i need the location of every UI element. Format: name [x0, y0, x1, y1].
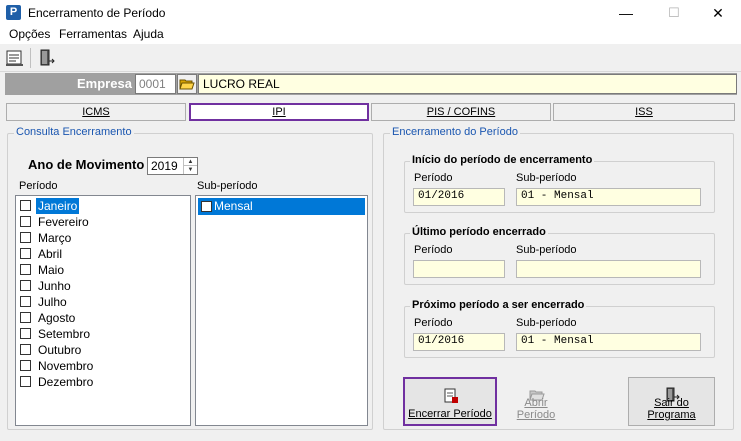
checkbox[interactable]: [20, 248, 31, 259]
tab-icms[interactable]: ICMS: [6, 103, 186, 121]
ano-label: Ano de Movimento: [28, 157, 145, 172]
inicio-subperiodo-label: Sub-período: [516, 172, 577, 184]
close-button[interactable]: ✕: [695, 0, 741, 26]
tab-ipi[interactable]: IPI: [189, 103, 369, 121]
subperiodo-item-label: Mensal: [214, 199, 253, 213]
checkbox[interactable]: [20, 328, 31, 339]
ultimo-subperiodo-field[interactable]: [516, 260, 701, 278]
inicio-periodo-label: Período: [414, 172, 453, 184]
app-icon: P: [6, 5, 21, 20]
checkbox[interactable]: [20, 344, 31, 355]
tab-pis-cofins[interactable]: PIS / COFINS: [371, 103, 551, 121]
empresa-bar: Empresa 0001 LUCRO REAL: [5, 73, 737, 95]
toolbar-separator: [30, 48, 31, 68]
inicio-subperiodo-field[interactable]: 01 - Mensal: [516, 188, 701, 206]
menu-ajuda[interactable]: Ajuda: [133, 27, 164, 41]
exit-door-icon[interactable]: [35, 47, 59, 69]
ultimo-title: Último período encerrado: [410, 226, 548, 238]
tab-iss[interactable]: ISS: [553, 103, 735, 121]
report-icon[interactable]: [3, 47, 27, 69]
menu-opcoes[interactable]: Opções: [9, 27, 50, 41]
checkbox[interactable]: [20, 232, 31, 243]
minimize-button[interactable]: —: [603, 0, 649, 26]
periodo-list[interactable]: Janeiro Fevereiro Março Abril Maio Junho…: [15, 195, 191, 426]
encerrar-periodo-button[interactable]: Encerrar Período: [403, 377, 497, 426]
checkbox[interactable]: [20, 360, 31, 371]
checkbox[interactable]: [201, 201, 212, 212]
maximize-button[interactable]: ☐: [651, 0, 697, 26]
close-period-icon: [442, 387, 460, 408]
subperiodo-header: Sub-período: [197, 180, 258, 192]
proximo-subperiodo-label: Sub-período: [516, 317, 577, 329]
inicio-title: Início do período de encerramento: [410, 154, 595, 166]
abrir-periodo-button[interactable]: Abrir Período: [503, 377, 569, 426]
checkbox[interactable]: [20, 264, 31, 275]
title-bar: P Encerramento de Período — ☐ ✕: [0, 0, 741, 26]
checkbox[interactable]: [20, 312, 31, 323]
empresa-label: Empresa: [77, 76, 132, 91]
inicio-periodo-field[interactable]: 01/2016: [413, 188, 505, 206]
year-spinner[interactable]: 2019 ▲ ▼: [147, 157, 198, 175]
checkbox[interactable]: [20, 296, 31, 307]
checkbox[interactable]: [20, 200, 31, 211]
list-item-selected[interactable]: Mensal: [198, 198, 365, 215]
checkbox[interactable]: [20, 280, 31, 291]
folder-open-icon[interactable]: [177, 74, 197, 94]
spin-up-icon[interactable]: ▲: [183, 158, 197, 166]
menu-ferramentas[interactable]: Ferramentas: [59, 27, 127, 41]
proximo-subperiodo-field[interactable]: 01 - Mensal: [516, 333, 701, 351]
checkbox[interactable]: [20, 376, 31, 387]
proximo-title: Próximo período a ser encerrado: [410, 299, 587, 311]
checkbox[interactable]: [20, 216, 31, 227]
spin-down-icon[interactable]: ▼: [183, 166, 197, 174]
window-title: Encerramento de Período: [28, 6, 166, 20]
year-value: 2019: [151, 159, 178, 173]
periodo-header: Período: [19, 180, 58, 192]
abrir-label: Abrir Período: [516, 397, 556, 421]
encerrar-label: Encerrar Período: [408, 408, 492, 420]
proximo-periodo-label: Período: [414, 317, 453, 329]
consulta-title: Consulta Encerramento: [14, 126, 134, 138]
sair-programa-button[interactable]: Sair do Programa: [628, 377, 715, 426]
encerramento-title: Encerramento do Período: [390, 126, 520, 138]
empresa-name-field[interactable]: LUCRO REAL: [198, 74, 737, 94]
empresa-code-field[interactable]: 0001: [135, 74, 176, 94]
ultimo-subperiodo-label: Sub-período: [516, 244, 577, 256]
toolbar: [0, 44, 741, 72]
subperiodo-list[interactable]: Mensal: [195, 195, 368, 426]
ultimo-periodo-label: Período: [414, 244, 453, 256]
ultimo-periodo-field[interactable]: [413, 260, 505, 278]
proximo-periodo-field[interactable]: 01/2016: [413, 333, 505, 351]
sair-label: Sair do Programa: [647, 397, 696, 421]
menu-bar: Opções Ferramentas Ajuda: [0, 26, 741, 44]
